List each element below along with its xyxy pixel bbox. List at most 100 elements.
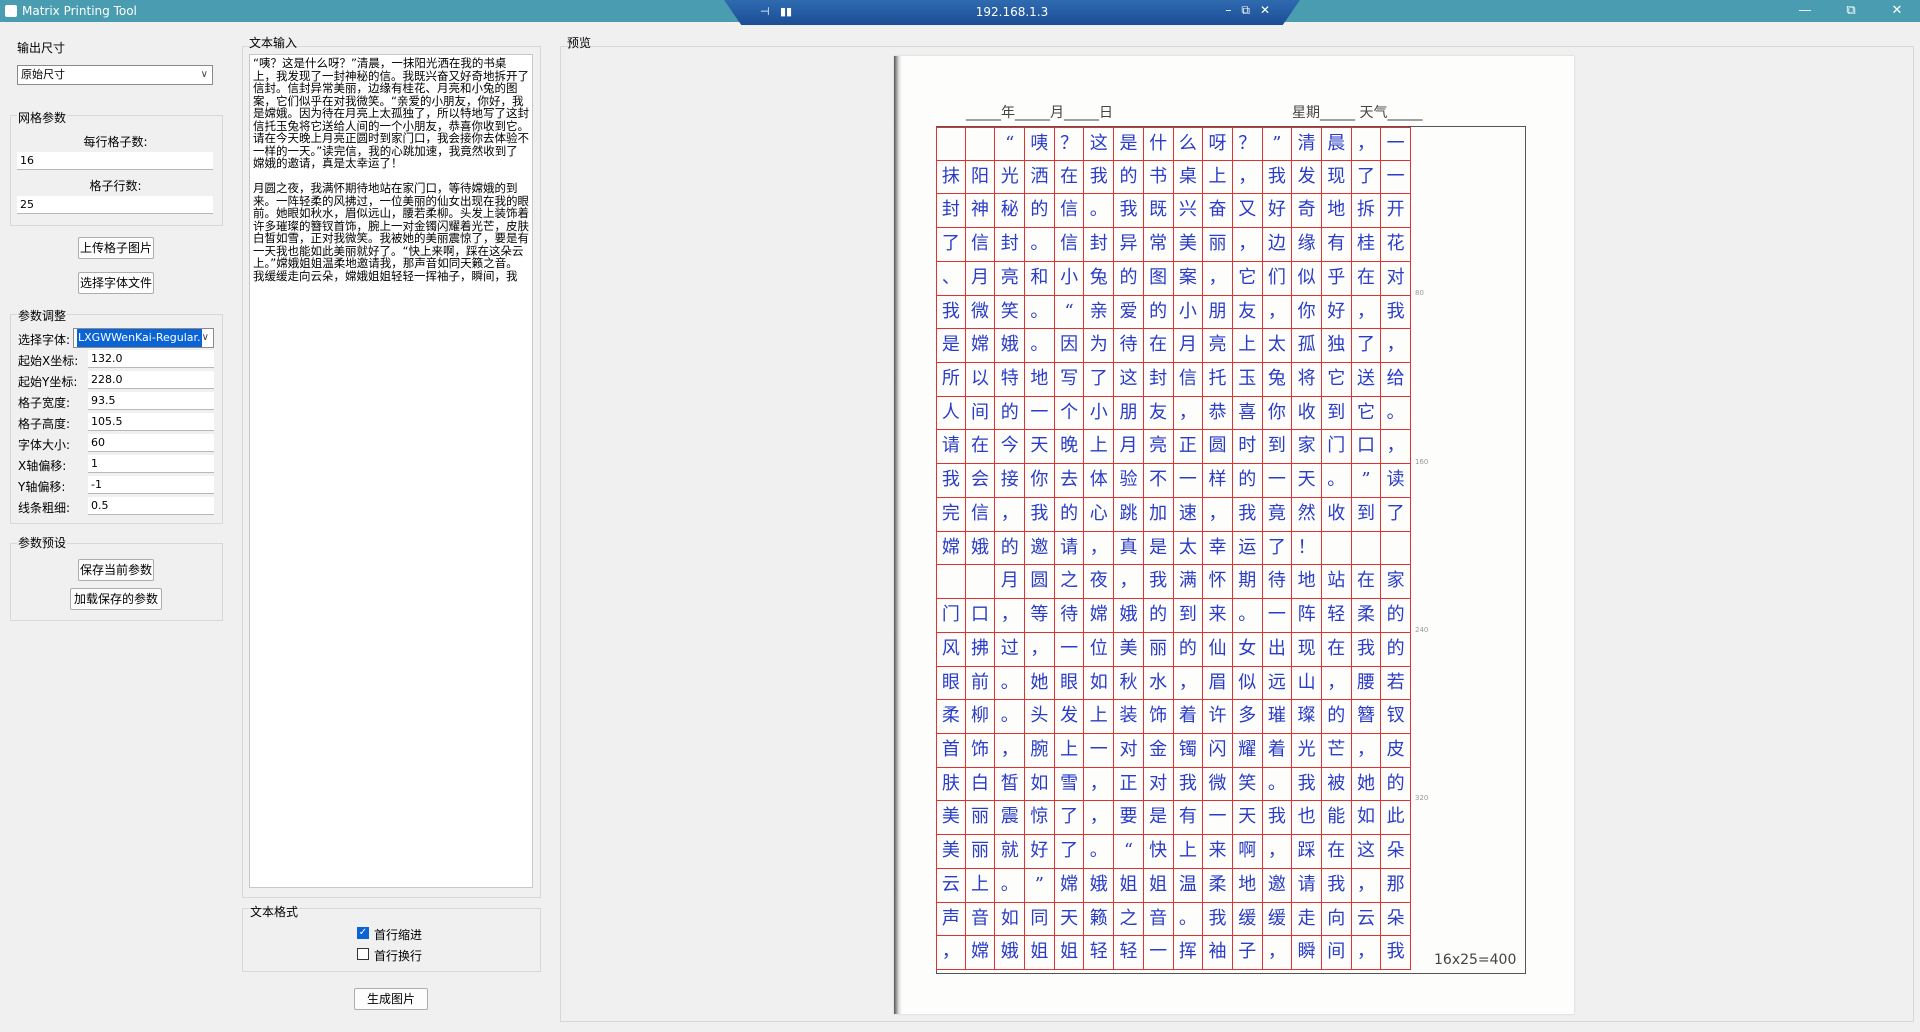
grid-cell: 眼 [936,666,966,701]
grid-cell: 么 [1173,127,1204,161]
grid-cell: 多 [1232,700,1263,734]
font-select[interactable]: LXGWWenKai-Regular. ∨ [73,328,214,348]
grid-cell: 小 [1173,295,1204,330]
grid-cell: 姐 [1054,936,1085,970]
grid-cell: 如 [1025,767,1055,802]
rdp-restore-icon[interactable]: ⧉ [1241,3,1250,18]
grid-cell: 奇 [1292,194,1322,229]
grid-cell [965,565,996,600]
grid-cell: 柔 [1351,599,1382,633]
grid-cell: 美 [936,835,966,869]
grid-cell: 然 [1292,497,1322,532]
text-input-area[interactable]: “咦？这是什么呀？”清晨，一抹阳光洒在我的书桌上，我发现了一封神秘的信。我既兴奋… [249,54,533,888]
indent-checkbox-label: 首行缩进 [374,928,423,942]
grid-cell: 送 [1351,363,1382,397]
grid-cell: ， [1351,868,1382,903]
grid-cell: 小 [1084,396,1115,431]
load-params-button[interactable]: 加载保存的参数 [70,588,162,610]
grid-cell: 金 [1143,733,1174,768]
grid-cell: 许 [1203,700,1233,734]
output-size-select[interactable]: 原始尺寸 ∨ [17,65,213,85]
save-params-button[interactable]: 保存当前参数 [78,559,154,581]
grid-cell: 了 [936,228,966,262]
grid-cell: 远 [1262,666,1293,701]
grid-cell: 你 [1292,295,1322,330]
grid-cell: 一 [1143,936,1174,970]
grid-cell: 轻 [1114,936,1144,970]
grid-cell [936,565,966,600]
grid-cell: 正 [1114,767,1144,802]
grid-cell: ， [1351,295,1382,330]
grid-cell: ， [995,599,1026,633]
y-offset-label: Y轴偏移: [18,480,66,494]
grid-cell: 的 [995,396,1026,431]
rows-input[interactable]: 25 [17,196,213,214]
cell-height-input[interactable]: 105.5 [88,413,214,431]
grid-cell: 花 [1381,228,1411,262]
newline-checkbox[interactable] [357,948,369,960]
grid-cell: 信 [1173,363,1204,397]
grid-cell: 阵 [1292,599,1322,633]
grid-cell: 眼 [1054,666,1085,701]
window-controls: — ⧉ ✕ [1782,0,1920,22]
select-font-file-button[interactable]: 选择字体文件 [78,272,154,294]
start-x-input[interactable]: 132.0 [88,350,214,368]
indent-checkbox[interactable]: ✓ [357,927,369,939]
grid-cell: 我 [1321,868,1352,903]
start-y-input[interactable]: 228.0 [88,371,214,389]
grid-cell: 的 [1025,194,1055,229]
rdp-minimize-icon[interactable]: – [1225,3,1231,18]
grid-cell: ， [1173,396,1204,431]
grid-cell: ， [1232,228,1263,262]
line-width-input[interactable]: 0.5 [88,497,214,515]
grid-cell: ， [1381,430,1411,465]
grid-cell: ， [1232,160,1263,195]
font-size-input[interactable]: 60 [88,434,214,452]
grid-cell: 乎 [1321,261,1352,296]
close-icon[interactable]: ✕ [1874,0,1920,22]
grid-cell: 踩 [1292,835,1322,869]
grid-cell: 娥 [995,936,1026,970]
grid-cell: 一 [1173,464,1204,498]
grid-cell: 一 [1203,801,1233,836]
grid-cell: 现 [1292,632,1322,667]
generate-button[interactable]: 生成图片 [354,988,428,1010]
grid-cell: ， [1351,127,1382,161]
grid-cell: 请 [1292,868,1322,903]
upload-grid-button[interactable]: 上传格子图片 [78,237,154,259]
rdp-close-icon[interactable]: ✕ [1260,3,1270,18]
grid-cell: 既 [1143,194,1174,229]
grid-cell: 腰 [1351,666,1382,701]
grid-cell: 美 [1114,632,1144,667]
grid-cell: 口 [965,599,996,633]
grid-cell: 亮 [1203,329,1233,364]
x-offset-input[interactable]: 1 [88,455,214,473]
maximize-icon[interactable]: ⧉ [1828,0,1874,22]
grid-cell: 能 [1321,801,1352,836]
y-offset-input[interactable]: -1 [88,476,214,494]
cell-width-input[interactable]: 93.5 [88,392,214,410]
grid-cell: 了 [1381,497,1411,532]
grid-cell: 地 [1025,363,1055,397]
output-size-value: 原始尺寸 [21,68,65,81]
grid-cell: 我 [1114,194,1144,229]
per-row-input[interactable]: 16 [17,152,213,170]
grid-cell: 上 [1054,733,1085,768]
grid-cell: ， [1025,632,1055,667]
per-row-label: 每行格子数: [83,135,148,149]
grid-cell: 小 [1054,261,1085,296]
grid-cell: 。 [995,666,1026,701]
grid-cell: 音 [1143,902,1174,937]
grid-cell: 快 [1143,835,1174,869]
grid-cell: 柔 [936,700,966,734]
grid-cell: 待 [1262,565,1293,600]
preview-label: 预览 [567,36,592,50]
grid-cell: 的 [1054,497,1085,532]
grid-cell: 皮 [1381,733,1411,768]
minimize-icon[interactable]: — [1782,0,1828,22]
grid-cell: 案 [1173,261,1204,296]
grid-cell: 云 [936,868,966,903]
grid-cell: 地 [1321,194,1352,229]
grid-cell: 轻 [1084,936,1115,970]
grid-cell: 子 [1232,936,1263,970]
